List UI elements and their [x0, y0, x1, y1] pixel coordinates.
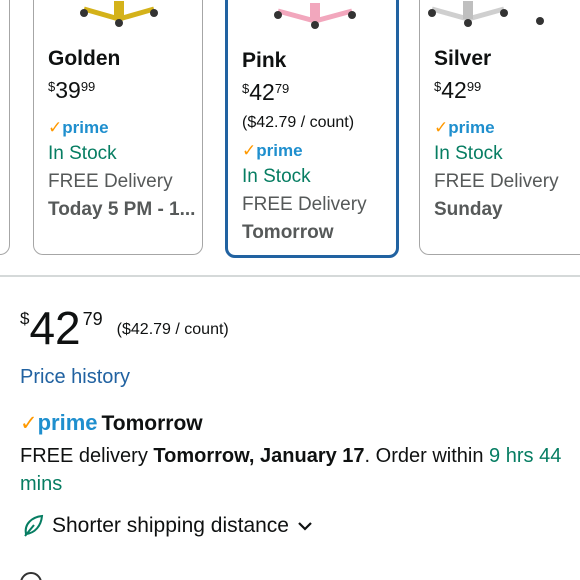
- variant-price: $4299: [434, 77, 482, 103]
- stock-status: In Stock: [242, 166, 311, 187]
- delivery-middle: . Order within: [364, 445, 484, 467]
- unit-price: ($42.79 / count): [116, 321, 229, 338]
- delivery-date: Tomorrow, January 17: [153, 445, 365, 467]
- shipping-distance-label: Shorter shipping distance: [52, 514, 289, 537]
- main-price: $ 42 79 ($42.79 / count): [20, 305, 229, 351]
- delivery-label: FREE Delivery: [48, 171, 173, 192]
- section-divider: [0, 275, 580, 277]
- unit-price: ($42.79 / count): [242, 114, 355, 131]
- variant-name: Golden: [48, 47, 121, 70]
- prime-badge: ✓prime: [48, 118, 109, 137]
- prime-badge: ✓prime: [434, 118, 495, 137]
- prime-check-icon: ✓: [48, 118, 63, 137]
- variant-price: $3999: [48, 77, 96, 103]
- price-whole: 42: [29, 302, 81, 354]
- product-thumbnail: [80, 1, 158, 27]
- variant-card-golden[interactable]: Golden $3999 ✓prime In Stock FREE Delive…: [33, 0, 203, 255]
- chevron-down-icon: [298, 522, 312, 531]
- prime-delivery-label: Tomorrow: [101, 412, 203, 435]
- price-history-link[interactable]: Price history: [20, 366, 130, 389]
- variant-strip: Golden $3999 ✓prime In Stock FREE Delive…: [0, 0, 580, 275]
- variant-card-partial[interactable]: [0, 0, 10, 255]
- prime-badge: ✓prime: [242, 141, 303, 160]
- stock-status: In Stock: [48, 143, 117, 164]
- delivery-message: FREE delivery Tomorrow, January 17. Orde…: [20, 442, 570, 498]
- delivery-label: FREE Delivery: [242, 194, 367, 215]
- product-thumbnail: [428, 1, 544, 27]
- shipping-distance-toggle[interactable]: Shorter shipping distance: [22, 514, 321, 538]
- prime-check-icon: ✓: [434, 118, 449, 137]
- delivery-label: FREE Delivery: [434, 171, 559, 192]
- price-currency: $: [20, 309, 30, 328]
- partial-icon: [20, 572, 42, 580]
- delivery-date: Today 5 PM - 1...: [48, 199, 196, 220]
- leaf-icon: [24, 514, 44, 537]
- variant-name: Silver: [434, 47, 492, 70]
- prime-check-icon: ✓: [242, 141, 257, 160]
- variant-card-pink[interactable]: Pink $4279 ($42.79 / count) ✓prime In St…: [225, 0, 399, 258]
- variant-price: $4279: [242, 79, 290, 105]
- prime-check-icon: ✓: [20, 412, 38, 435]
- prime-logo: prime: [37, 410, 98, 435]
- delivery-prefix: FREE delivery: [20, 445, 148, 467]
- variant-card-silver[interactable]: Silver $4299 ✓prime In Stock FREE Delive…: [419, 0, 580, 255]
- prime-delivery-badge: ✓ prime Tomorrow: [20, 410, 203, 436]
- delivery-date: Sunday: [434, 199, 503, 220]
- price-fraction: 79: [82, 309, 103, 329]
- variant-name: Pink: [242, 49, 287, 72]
- delivery-date: Tomorrow: [242, 222, 334, 243]
- stock-status: In Stock: [434, 143, 503, 164]
- product-thumbnail: [274, 3, 356, 29]
